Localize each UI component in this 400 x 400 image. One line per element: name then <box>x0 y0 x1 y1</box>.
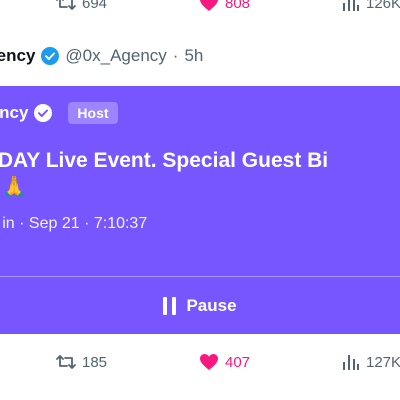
views-action[interactable]: 127K <box>342 351 400 373</box>
separator-dot: · <box>172 46 179 65</box>
bottom-action-bar: 185 407 127K <box>0 351 400 373</box>
heart-icon <box>199 353 219 371</box>
retweet-icon <box>56 353 76 371</box>
views-count: 127K <box>366 353 400 371</box>
views-action-top[interactable]: 126K <box>342 0 400 14</box>
verified-badge-icon <box>41 47 60 65</box>
space-host-row: Agency Host <box>0 100 118 126</box>
pause-icon <box>163 296 177 315</box>
like-action-top[interactable]: 808 <box>199 0 250 14</box>
pause-button[interactable]: Pause <box>0 277 400 334</box>
like-count: 808 <box>225 0 251 12</box>
host-badge: Host <box>68 102 118 124</box>
views-icon <box>342 0 360 12</box>
like-count: 407 <box>225 353 251 371</box>
tweet-header: Agency @0x_Agency · 5h <box>0 44 203 68</box>
heart-icon <box>199 0 219 12</box>
like-action[interactable]: 407 <box>199 351 250 373</box>
retweet-action[interactable]: 185 <box>56 351 107 373</box>
views-icon <box>342 353 360 371</box>
author-handle[interactable]: @0x_Agency <box>65 46 166 66</box>
top-action-bar: 694 808 126K <box>0 0 400 14</box>
host-verified-icon <box>34 104 53 122</box>
retweet-icon <box>56 0 76 12</box>
retweet-count: 185 <box>82 353 108 371</box>
space-title-line-1: E DAY Live Event. Special Guest Bi <box>0 149 329 172</box>
tweet-container: 694 808 126K Agency <box>0 0 400 400</box>
author-name[interactable]: Agency <box>0 46 35 66</box>
space-title: E DAY Live Event. Special Guest Bi ell🙏 <box>0 147 400 201</box>
space-card[interactable]: Agency Host E DAY Live Event. Special Gu… <box>0 86 400 334</box>
retweet-count: 694 <box>82 0 108 12</box>
space-meta: ed in · Sep 21 · 7:10:37 <box>0 215 148 232</box>
views-count: 126K <box>366 0 400 12</box>
tweet-time[interactable]: 5h <box>184 46 203 66</box>
pause-label: Pause <box>186 295 237 315</box>
space-host-name: Agency <box>0 103 29 122</box>
space-title-line-2: ell🙏 <box>0 176 28 199</box>
retweet-action-top[interactable]: 694 <box>56 0 107 14</box>
